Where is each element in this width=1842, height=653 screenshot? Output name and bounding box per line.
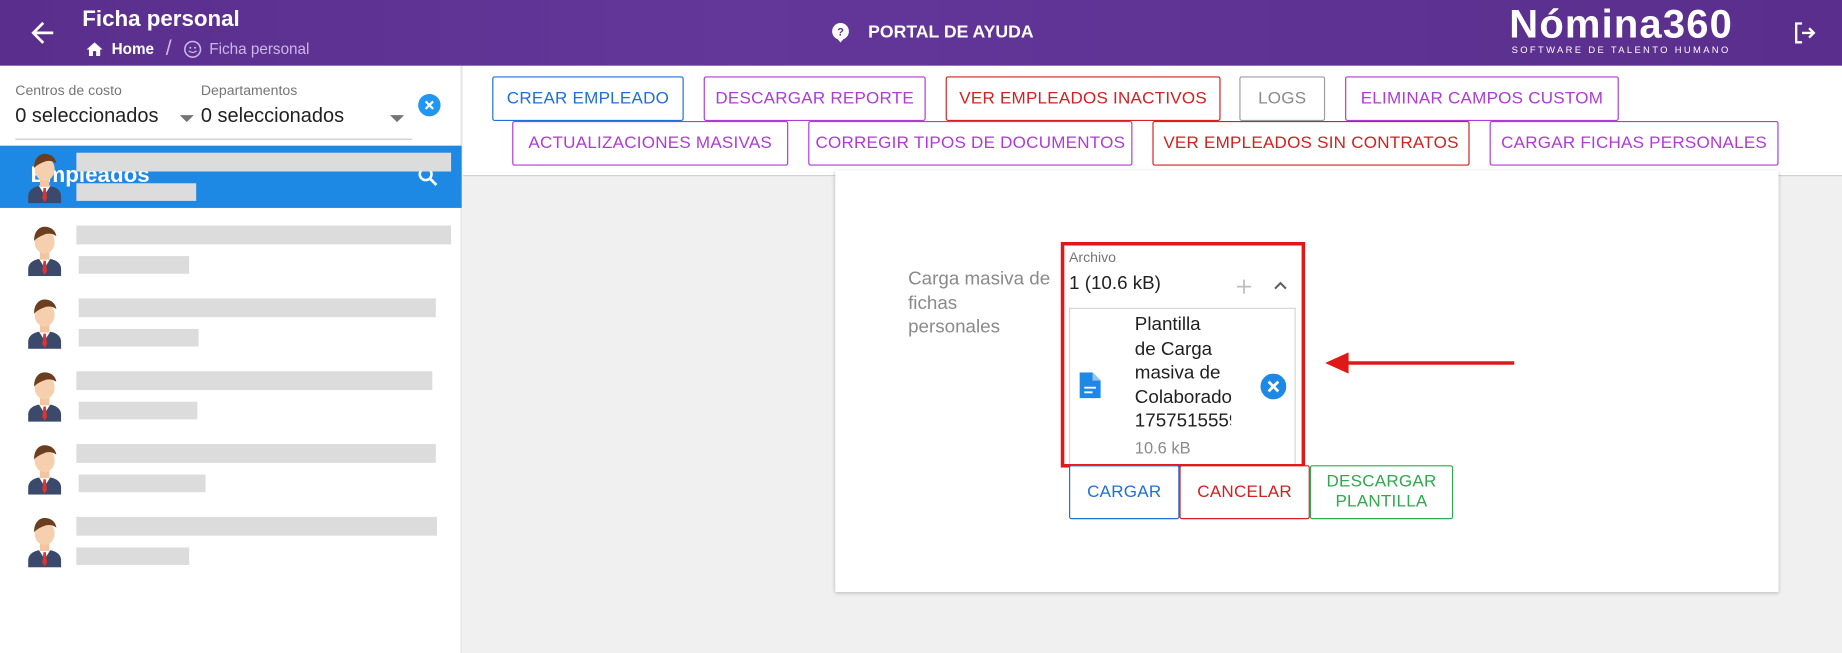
employee-list-item[interactable] xyxy=(0,288,462,361)
download-template-label: PLANTILLA xyxy=(1335,492,1428,512)
upload-card: Carga masiva de fichas personales xyxy=(835,170,1779,593)
department-filter[interactable]: Departamentos 0 seleccionados xyxy=(201,82,412,128)
employee-name-placeholder xyxy=(76,444,436,463)
employee-list-item[interactable] xyxy=(0,506,462,579)
employee-avatar-icon xyxy=(28,226,62,277)
back-arrow-icon[interactable] xyxy=(26,16,59,49)
logout-icon[interactable] xyxy=(1790,19,1818,47)
department-value: 0 seleccionados xyxy=(200,104,345,127)
breadcrumb-home[interactable]: Home xyxy=(112,40,154,58)
employee-name-placeholder xyxy=(76,152,452,172)
logo-main-text: Nómina360 xyxy=(1509,2,1733,47)
employee-name-placeholder xyxy=(76,225,452,245)
employee-name-placeholder xyxy=(78,298,436,318)
employee-list-item[interactable] xyxy=(0,433,462,506)
chevron-down-icon xyxy=(179,115,194,123)
employee-meta-placeholder xyxy=(78,401,198,420)
delete-custom-fields-button[interactable]: ELIMINAR CAMPOS CUSTOM xyxy=(1345,76,1619,121)
employee-list-item[interactable] xyxy=(0,215,462,288)
employee-meta-placeholder xyxy=(78,474,206,493)
employee-meta-placeholder xyxy=(78,256,190,274)
nomina360-logo: Nómina360 SOFTWARE DE TALENTO HUMANO xyxy=(1506,2,1736,55)
face-icon xyxy=(184,40,202,58)
top-app-bar: Ficha personal Home / Ficha personal ? P… xyxy=(0,0,1842,66)
upload-personal-files-button[interactable]: CARGAR FICHAS PERSONALES xyxy=(1489,120,1779,166)
upload-description: Carga masiva de fichas personales xyxy=(908,268,1061,340)
logs-button[interactable]: LOGS xyxy=(1239,76,1326,121)
svg-text:?: ? xyxy=(837,27,844,39)
breadcrumb-current: Ficha personal xyxy=(209,39,310,58)
cost-center-label: Centros de costo xyxy=(15,82,122,99)
upload-description-line: fichas xyxy=(908,293,958,314)
highlight-box xyxy=(1060,241,1306,468)
logo-sub-text: SOFTWARE DE TALENTO HUMANO xyxy=(1511,44,1731,56)
employee-avatar-icon xyxy=(28,518,62,568)
upload-description-line: Carga masiva de xyxy=(908,269,1051,289)
help-portal-link[interactable]: ? PORTAL DE AYUDA xyxy=(829,21,1034,43)
create-employee-button[interactable]: CREAR EMPLEADO xyxy=(492,76,684,121)
cost-center-filter[interactable]: Centros de costo 0 seleccionados xyxy=(15,82,197,128)
upload-description-line: personales xyxy=(908,317,1001,338)
breadcrumb: Home / Ficha personal xyxy=(85,36,310,61)
department-label: Departamentos xyxy=(200,82,298,99)
annotation-arrow xyxy=(1325,352,1515,374)
employee-meta-placeholder xyxy=(76,547,190,566)
employee-avatar-icon xyxy=(28,153,62,204)
upload-button[interactable]: CARGAR xyxy=(1069,465,1180,520)
download-report-button[interactable]: DESCARGAR REPORTE xyxy=(703,76,926,121)
employee-avatar-icon xyxy=(28,372,62,422)
fix-document-types-button[interactable]: CORREGIR TIPOS DE DOCUMENTOS xyxy=(808,120,1133,166)
employee-list-item[interactable] xyxy=(0,142,462,215)
employee-sidebar: Centros de costo 0 seleccionados Departa… xyxy=(0,65,462,653)
bulk-updates-button[interactable]: ACTUALIZACIONES MASIVAS xyxy=(512,120,789,166)
home-icon[interactable] xyxy=(85,40,105,58)
employee-avatar-icon xyxy=(28,445,62,495)
chevron-down-icon xyxy=(390,115,405,123)
employee-meta-placeholder xyxy=(78,328,199,347)
download-template-label: DESCARGAR xyxy=(1326,472,1437,492)
clear-filters-icon[interactable] xyxy=(418,93,441,117)
employee-name-placeholder xyxy=(76,516,438,536)
employee-name-placeholder xyxy=(76,371,433,391)
no-contract-employees-button[interactable]: VER EMPLEADOS SIN CONTRATOS xyxy=(1152,120,1470,166)
breadcrumb-separator: / xyxy=(165,36,172,60)
employee-meta-placeholder xyxy=(76,183,197,201)
help-portal-label: PORTAL DE AYUDA xyxy=(868,22,1034,43)
page-title: Ficha personal xyxy=(82,7,240,32)
help-icon: ? xyxy=(832,23,849,43)
cost-center-value: 0 seleccionados xyxy=(15,104,159,127)
filter-divider xyxy=(15,138,413,140)
download-template-button[interactable]: DESCARGAR PLANTILLA xyxy=(1309,465,1454,520)
inactive-employees-button[interactable]: VER EMPLEADOS INACTIVOS xyxy=(945,76,1221,121)
cancel-button[interactable]: CANCELAR xyxy=(1179,465,1310,520)
employee-avatar-icon xyxy=(28,299,62,349)
employee-list-item[interactable] xyxy=(0,361,462,434)
